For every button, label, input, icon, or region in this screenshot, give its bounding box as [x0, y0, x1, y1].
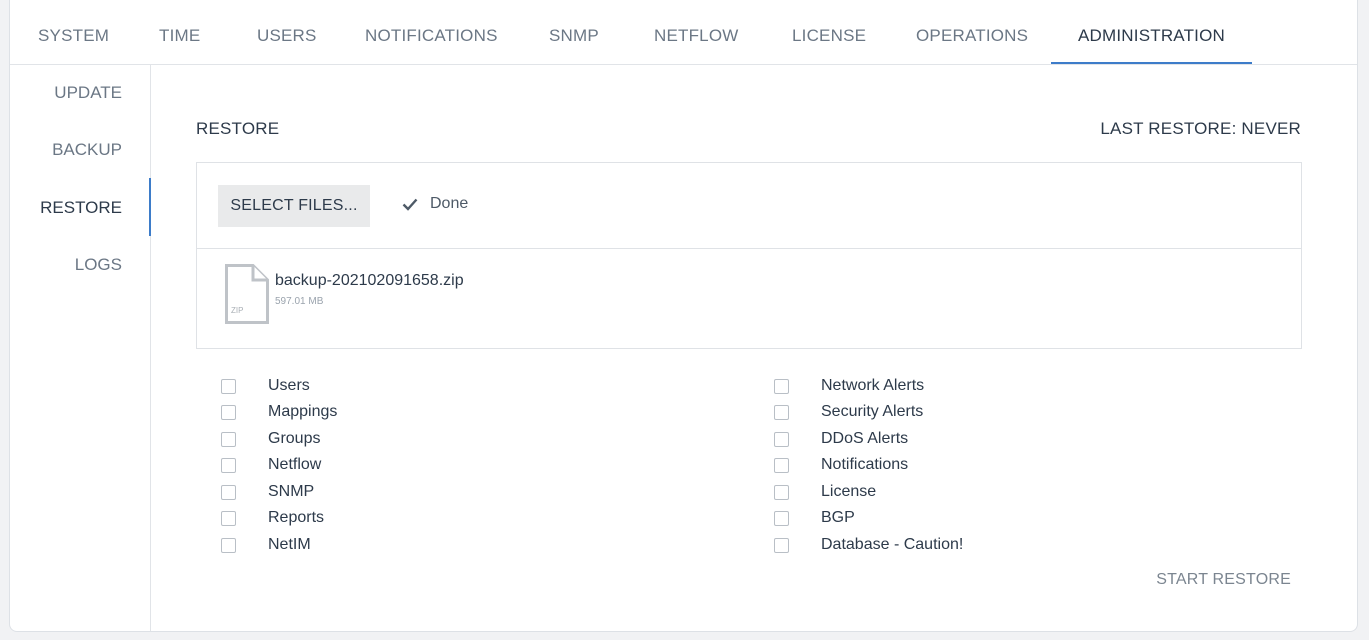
ddos-alerts-checkbox[interactable]	[774, 431, 789, 447]
tab-operations[interactable]: OPERATIONS	[916, 0, 1028, 64]
file-type-label: ZIP	[231, 306, 243, 315]
option-label: Reports	[268, 509, 325, 526]
option-ddos-alerts[interactable]: DDoS Alerts	[774, 430, 908, 448]
option-label: Mappings	[268, 403, 338, 420]
option-label: Netflow	[268, 456, 322, 473]
reports-checkbox[interactable]	[221, 510, 236, 526]
option-label: Database - Caution!	[821, 536, 964, 553]
top-tab-bar: SYSTEM TIME USERS NOTIFICATIONS SNMP NET…	[10, 0, 1357, 65]
mappings-checkbox[interactable]	[221, 404, 236, 420]
notifications-checkbox[interactable]	[774, 457, 789, 473]
tab-system[interactable]: SYSTEM	[38, 0, 109, 64]
sidebar-item-update[interactable]: UPDATE	[54, 83, 122, 103]
checkmark-icon	[402, 198, 418, 211]
database-checkbox[interactable]	[774, 537, 789, 553]
file-size: 597.01 MB	[275, 296, 324, 307]
option-label: BGP	[821, 509, 855, 526]
select-files-button[interactable]: SELECT FILES...	[218, 185, 370, 227]
snmp-checkbox[interactable]	[221, 484, 236, 500]
option-label: Groups	[268, 430, 321, 447]
netim-checkbox[interactable]	[221, 537, 236, 553]
upload-status: Done	[402, 195, 468, 213]
tab-notifications[interactable]: NOTIFICATIONS	[365, 0, 498, 64]
option-netim[interactable]: NetIM	[221, 536, 311, 554]
option-label: Security Alerts	[821, 403, 924, 420]
tab-netflow[interactable]: NETFLOW	[654, 0, 739, 64]
option-mappings[interactable]: Mappings	[221, 403, 337, 421]
option-users[interactable]: Users	[221, 377, 310, 395]
sidebar-item-backup[interactable]: BACKUP	[52, 140, 122, 160]
groups-checkbox[interactable]	[221, 431, 236, 447]
sidebar: UPDATE BACKUP RESTORE LOGS	[10, 65, 151, 631]
option-bgp[interactable]: BGP	[774, 509, 855, 527]
active-tab-indicator	[1051, 62, 1252, 64]
zip-file-icon: ZIP	[225, 264, 269, 324]
option-groups[interactable]: Groups	[221, 430, 320, 448]
tab-snmp[interactable]: SNMP	[549, 0, 599, 64]
option-label: Network Alerts	[821, 377, 925, 394]
option-label: Notifications	[821, 456, 909, 473]
tab-time[interactable]: TIME	[159, 0, 200, 64]
start-restore-button[interactable]: START RESTORE	[1156, 571, 1291, 589]
last-restore-status: LAST RESTORE: NEVER	[1100, 119, 1301, 138]
upload-status-text: Done	[430, 195, 469, 212]
tab-users[interactable]: USERS	[257, 0, 317, 64]
file-name: backup-202102091658.zip	[275, 272, 464, 289]
option-reports[interactable]: Reports	[221, 509, 324, 527]
settings-panel: SYSTEM TIME USERS NOTIFICATIONS SNMP NET…	[9, 0, 1358, 632]
option-notifications[interactable]: Notifications	[774, 456, 908, 474]
bgp-checkbox[interactable]	[774, 510, 789, 526]
security-alerts-checkbox[interactable]	[774, 404, 789, 420]
users-checkbox[interactable]	[221, 378, 236, 394]
option-label: Users	[268, 377, 310, 394]
upload-toolbar: SELECT FILES... Done	[197, 163, 1301, 249]
tab-license[interactable]: LICENSE	[792, 0, 866, 64]
netflow-checkbox[interactable]	[221, 457, 236, 473]
sidebar-item-restore[interactable]: RESTORE	[40, 198, 122, 218]
option-label: NetIM	[268, 536, 311, 553]
network-alerts-checkbox[interactable]	[774, 378, 789, 394]
option-security-alerts[interactable]: Security Alerts	[774, 403, 923, 421]
option-netflow[interactable]: Netflow	[221, 456, 321, 474]
option-label: DDoS Alerts	[821, 430, 909, 447]
option-database[interactable]: Database - Caution!	[774, 536, 963, 554]
section-title: RESTORE	[196, 119, 280, 138]
sidebar-item-logs[interactable]: LOGS	[75, 255, 122, 275]
sidebar-active-indicator	[149, 178, 151, 236]
option-snmp[interactable]: SNMP	[221, 483, 314, 501]
option-label: License	[821, 483, 877, 500]
option-license[interactable]: License	[774, 483, 876, 501]
tab-administration[interactable]: ADMINISTRATION	[1078, 0, 1225, 64]
option-network-alerts[interactable]: Network Alerts	[774, 377, 924, 395]
file-upload-area: SELECT FILES... Done ZIP backup-20210209…	[196, 162, 1302, 349]
license-checkbox[interactable]	[774, 484, 789, 500]
option-label: SNMP	[268, 483, 315, 500]
